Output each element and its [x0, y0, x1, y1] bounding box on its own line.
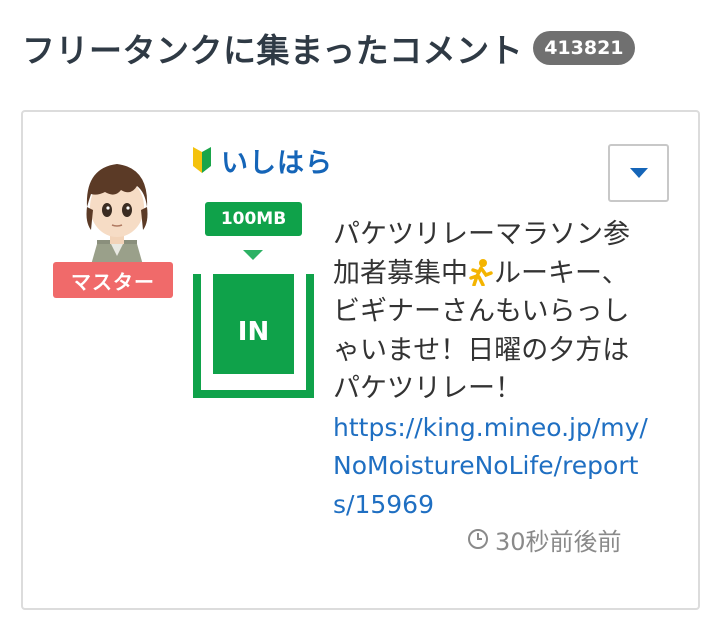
- comment-timestamp: 30秒前後前: [467, 522, 622, 556]
- comment-menu-button[interactable]: [608, 144, 669, 202]
- user-name-row: いしはら: [191, 141, 333, 180]
- comment-count-badge: 413821: [533, 31, 635, 65]
- user-name-link[interactable]: いしはら: [221, 141, 333, 180]
- data-amount-badge: 100MB: [205, 202, 302, 236]
- beginner-mark-icon: [193, 147, 211, 173]
- tank-direction-label: IN: [237, 317, 270, 347]
- comment-time-text: 30秒前後前: [495, 527, 622, 556]
- page-header: フリータンクに集まったコメント 413821: [22, 26, 635, 70]
- user-avatar[interactable]: [67, 152, 167, 272]
- clock-icon: [468, 529, 488, 549]
- comment-url-link[interactable]: https://king.mineo.jp/my/NoMoistureNoLif…: [333, 409, 653, 525]
- arrow-down-icon: [243, 250, 263, 260]
- comment-card: マスター いしはら 100MB IN パケツリレーマラソン参加者募集中 ルーキー…: [21, 110, 700, 610]
- caret-down-icon: [629, 168, 648, 178]
- comment-body: パケツリレーマラソン参加者募集中 ルーキー、ビギナーさんもいらっしゃいませ！日曜…: [333, 216, 653, 524]
- page-title: フリータンクに集まったコメント: [22, 31, 524, 70]
- runner-icon: [469, 258, 493, 286]
- user-rank-badge: マスター: [53, 262, 173, 298]
